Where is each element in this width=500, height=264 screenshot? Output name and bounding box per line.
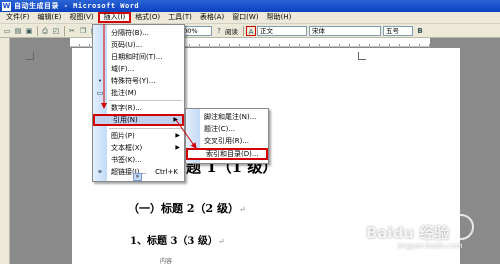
bullet-icon: •	[97, 77, 103, 85]
menu-item-comment[interactable]: ▭ 批注(M)	[93, 87, 184, 99]
body-paragraph: 内容	[160, 258, 173, 264]
menu-insert[interactable]: 插入(I)	[97, 12, 132, 23]
submenu-arrow-icon: ▶	[175, 144, 180, 151]
menu-item-label: 图片(P)	[111, 132, 135, 140]
menu-item-caption[interactable]: 题注(C)...	[186, 123, 268, 135]
paragraph-mark: ↵	[238, 205, 246, 214]
toolbar-separator	[64, 25, 65, 36]
menu-separator	[109, 100, 182, 101]
copy-icon[interactable]: ❐	[78, 26, 88, 36]
menu-item-label: 交叉引用(R)...	[204, 137, 250, 145]
menu-bar: 文件(F) 编辑(E) 视图(V) 插入(I) 格式(O) 工具(T) 表格(A…	[0, 12, 500, 24]
comment-icon: ▭	[96, 89, 104, 97]
toolbar-separator	[243, 25, 244, 36]
save-icon[interactable]: ▣	[24, 26, 34, 36]
styles-pane-icon[interactable]: A	[246, 25, 256, 36]
menu-window[interactable]: 窗口(W)	[228, 12, 262, 23]
menu-item-label: 数字(R)...	[111, 104, 143, 112]
menu-item-bookmark[interactable]: 书签(K)...	[93, 154, 184, 166]
word-icon: W	[2, 1, 11, 11]
menu-file[interactable]: 文件(F)	[2, 12, 34, 23]
cut-icon[interactable]: ✂	[67, 26, 77, 36]
menu-item-index-and-tables[interactable]: 索引和目录(D)...	[186, 148, 268, 160]
menu-item-label: 日期和时间(T)...	[111, 53, 163, 61]
margin-corner-mark	[358, 52, 366, 60]
toolbar-separator	[37, 25, 38, 36]
menu-table[interactable]: 表格(A)	[196, 12, 228, 23]
window-title: 自动生成目录 - Microsoft Word	[14, 2, 140, 10]
title-bar: W 自动生成目录 - Microsoft Word	[0, 0, 500, 12]
paragraph-mark: ↵	[217, 237, 225, 246]
baidu-watermark-logo	[448, 214, 474, 240]
print-icon[interactable]: ⎙	[40, 26, 50, 36]
standard-toolbar: ▭ ▤ ▣ ⎙ ◰ ✂ ❐ ▥ ↶ ↷ ▦ ▥ ◇ ¶ 100% ? 阅读 A …	[0, 24, 500, 38]
menu-item-footnote[interactable]: 脚注和尾注(N)...	[186, 111, 268, 123]
menu-help[interactable]: 帮助(H)	[263, 12, 296, 23]
menu-view[interactable]: 视图(V)	[65, 12, 97, 23]
menu-item-reference[interactable]: 引用(N) ▶	[93, 114, 184, 126]
insert-menu: 分隔符(B)... 页码(U)... 日期和时间(T)... 域(F)... •…	[92, 24, 185, 182]
menu-item-picture[interactable]: 图片(P) ▶	[93, 130, 184, 142]
bold-icon[interactable]: B	[415, 26, 425, 36]
menu-item-text-box[interactable]: 文本框(X) ▶	[93, 142, 184, 154]
heading-level-2-text: （一）标题 2（2 级）	[128, 202, 239, 215]
menu-item-break[interactable]: 分隔符(B)...	[93, 27, 184, 39]
menu-item-page-number[interactable]: 页码(U)...	[93, 39, 184, 51]
hyperlink-icon: ⚭	[97, 168, 103, 176]
menu-item-date-time[interactable]: 日期和时间(T)...	[93, 51, 184, 63]
menu-item-label: 引用(N)	[113, 116, 138, 124]
menu-edit[interactable]: 编辑(E)	[34, 12, 66, 23]
menu-item-label: 域(F)...	[111, 65, 135, 73]
vertical-ruler[interactable]	[0, 38, 10, 264]
menu-item-label: 特殊符号(Y)...	[111, 77, 156, 85]
menu-item-label: 批注(M)	[111, 89, 137, 97]
menu-tools[interactable]: 工具(T)	[164, 12, 196, 23]
heading-level-3: 1、标题 3（3 级）↵	[130, 232, 225, 247]
submenu-arrow-icon: ▶	[175, 132, 180, 139]
menu-item-label: 书签(K)...	[111, 156, 142, 164]
shortcut-label: Ctrl+K	[155, 168, 178, 176]
submenu-arrow-icon: ▶	[173, 116, 178, 123]
menu-item-label: 分隔符(B)...	[111, 29, 149, 37]
menu-item-label: 索引和目录(D)...	[206, 150, 259, 158]
heading-level-2: （一）标题 2（2 级）↵	[128, 200, 246, 216]
font-size-select[interactable]: 五号	[383, 25, 413, 36]
menu-format[interactable]: 格式(O)	[131, 12, 164, 23]
font-select[interactable]: 宋体	[309, 25, 381, 36]
menu-item-number[interactable]: 数字(R)...	[93, 102, 184, 114]
menu-separator	[109, 128, 182, 129]
open-icon[interactable]: ▤	[13, 26, 23, 36]
read-button[interactable]: 阅读	[225, 26, 238, 36]
menu-item-label: 题注(C)...	[204, 125, 236, 133]
preview-icon[interactable]: ◰	[51, 26, 61, 36]
style-select[interactable]: 正文	[257, 25, 307, 36]
help-icon[interactable]: ?	[214, 26, 224, 36]
menu-item-label: 页码(U)...	[111, 41, 143, 49]
menu-item-special-symbol[interactable]: • 特殊符号(Y)...	[93, 75, 184, 87]
new-icon[interactable]: ▭	[2, 26, 12, 36]
menu-item-cross-reference[interactable]: 交叉引用(R)...	[186, 135, 268, 147]
menu-item-field[interactable]: 域(F)...	[93, 63, 184, 75]
watermark-url: jingyan.baidu.com	[398, 242, 463, 250]
menu-item-label: 脚注和尾注(N)...	[204, 113, 257, 121]
margin-corner-mark	[26, 52, 34, 60]
menu-item-label: 文本框(X)	[111, 144, 143, 152]
reference-submenu: 脚注和尾注(N)... 题注(C)... 交叉引用(R)... 索引和目录(D)…	[185, 108, 269, 164]
heading-level-3-text: 1、标题 3（3 级）	[130, 236, 218, 247]
expand-menu-chevron-icon[interactable]: »	[133, 173, 142, 181]
watermark-text: Baidu 经验	[366, 224, 450, 242]
